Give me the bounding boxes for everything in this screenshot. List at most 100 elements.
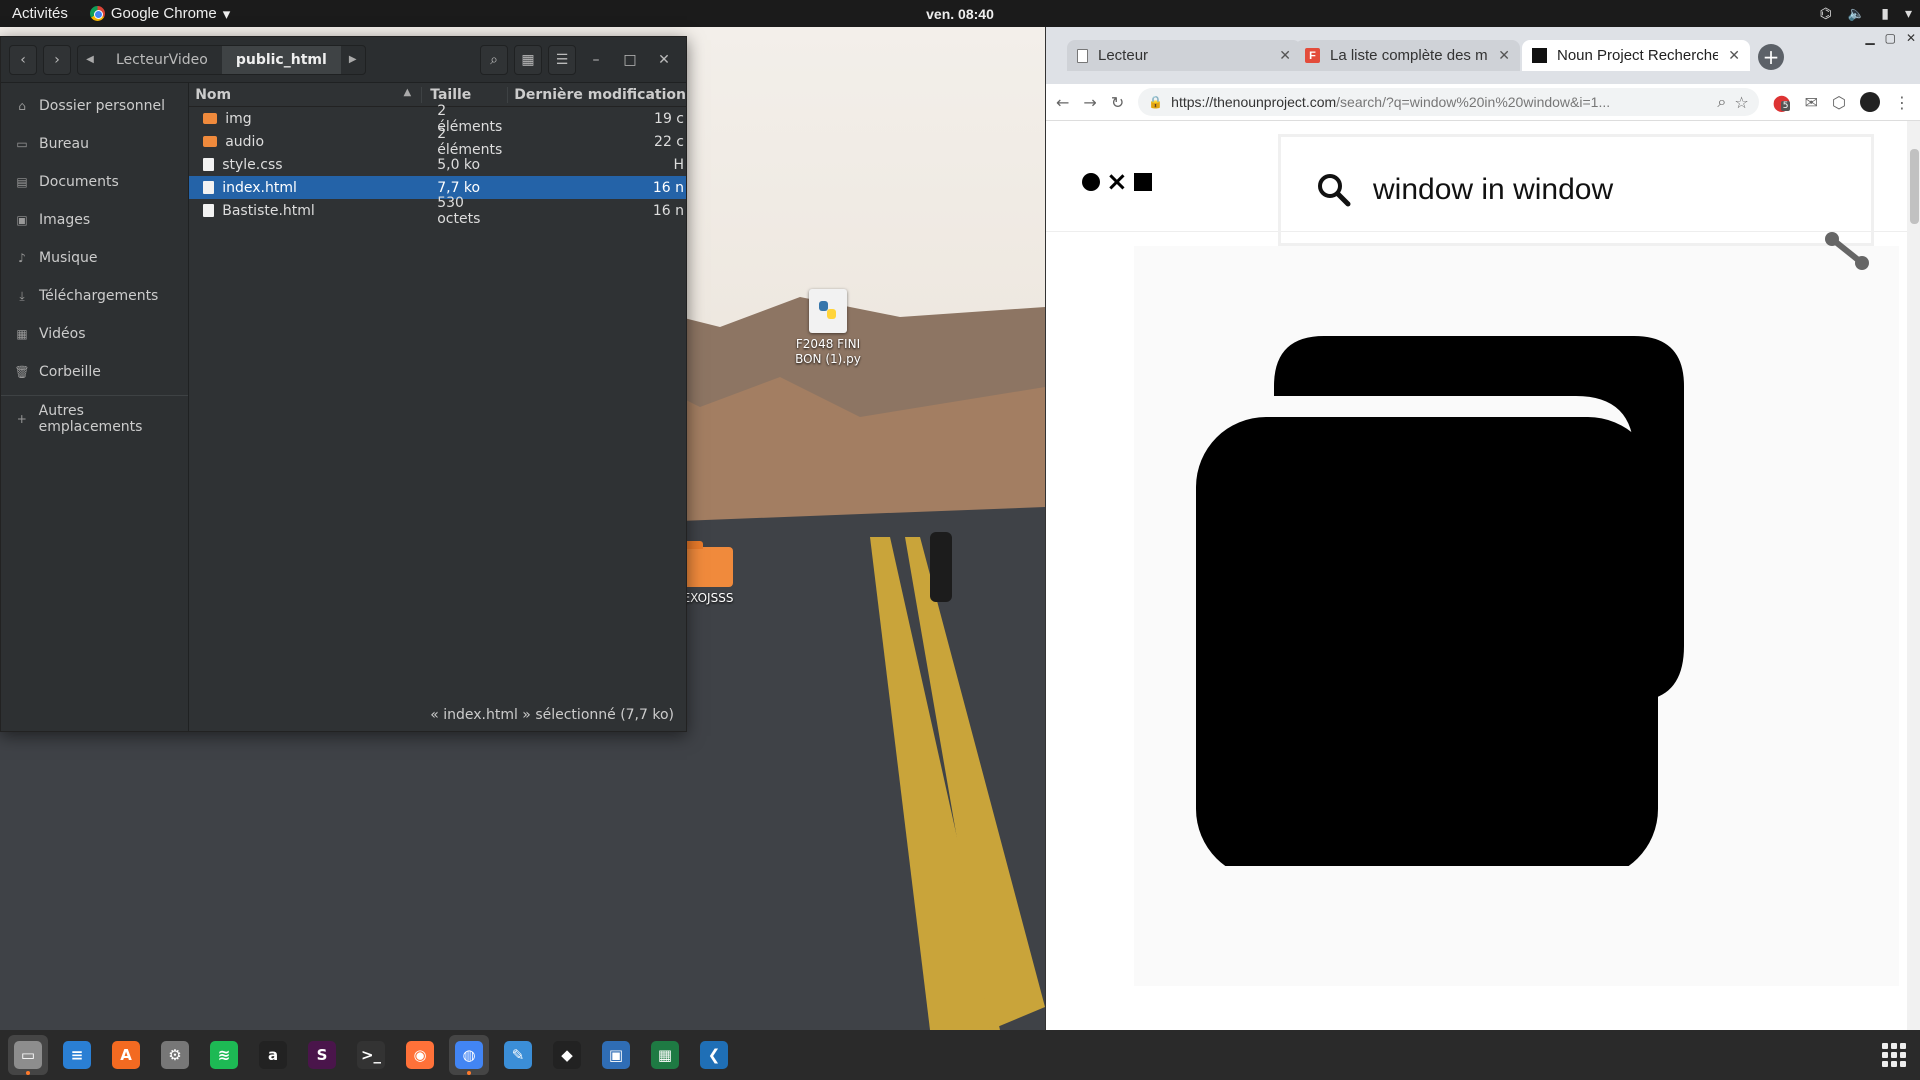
hamburger-icon: ☰ [555, 51, 569, 68]
tab-lecteur[interactable]: Lecteur ✕ [1067, 40, 1301, 71]
url-text[interactable]: https://thenounproject.com/search/?q=win… [1171, 94, 1709, 110]
sidebar-item-label: Images [39, 212, 91, 228]
sidebar-item-trash[interactable]: 🗑 Corbeille [1, 353, 188, 391]
file-row-style-css[interactable]: style.css 5,0 ko H [189, 153, 686, 176]
system-tray[interactable]: ⌬ 🔈 ▮ ▾ [1820, 5, 1912, 22]
site-header: × window in window [1046, 121, 1920, 246]
tab-close-icon[interactable]: ✕ [1728, 47, 1740, 64]
close-button[interactable]: ✕ [650, 45, 678, 75]
dock-item-chrome[interactable]: ◍ [449, 1035, 489, 1075]
sidebar-item-desktop[interactable]: ▭ Bureau [1, 125, 188, 163]
show-applications-icon[interactable] [1882, 1043, 1906, 1067]
column-header-modified[interactable]: Dernière modification [507, 86, 686, 103]
clock[interactable]: ven. 08:40 [926, 6, 994, 22]
network-icon[interactable]: ⌬ [1820, 5, 1832, 22]
running-indicator [467, 1071, 471, 1075]
sidebar-item-home[interactable]: ⌂ Dossier personnel [1, 87, 188, 125]
app-menu[interactable]: Google Chrome ▾ [80, 5, 230, 23]
files-icon: ▭ [14, 1041, 42, 1069]
maximize-icon[interactable]: ▢ [1885, 31, 1896, 45]
menu-caret-icon[interactable]: ▾ [1905, 5, 1912, 22]
tab-close-icon[interactable]: ✕ [1279, 47, 1291, 64]
extension-badge-icon[interactable]: ⬤5 [1773, 93, 1791, 112]
file-row-audio[interactable]: audio 2 éléments 22 c [189, 126, 686, 158]
path-segment[interactable]: LecteurVideo [102, 46, 222, 74]
file-date: H [673, 156, 684, 173]
view-toggle-button[interactable]: ▦ [514, 44, 542, 75]
sidebar-item-label: Corbeille [39, 364, 101, 380]
shield-extension-icon[interactable]: ⬡ [1832, 93, 1846, 112]
dock-item-writer[interactable]: ≡ [57, 1035, 97, 1075]
path-right-arrow-icon[interactable]: ▶ [341, 46, 365, 74]
text-editor-icon: ✎ [504, 1041, 532, 1069]
activities-button[interactable]: Activités [0, 5, 80, 22]
sidebar-item-images[interactable]: ▣ Images [1, 201, 188, 239]
tab-noun-project[interactable]: Noun Project Recherche ✕ [1522, 40, 1750, 71]
maximize-icon: □ [623, 51, 637, 68]
volume-icon[interactable]: 🔈 [1848, 5, 1865, 22]
dock-item-slack[interactable]: S [302, 1035, 342, 1075]
dock-item-vscode[interactable]: ❮ [694, 1035, 734, 1075]
sidebar-item-videos[interactable]: ▦ Vidéos [1, 315, 188, 353]
profile-avatar[interactable] [1860, 92, 1880, 112]
dock: ▭ ≡ A ⚙ ≋ a S >_ ◉ ◍ ✎ ◆ ▣ ▦ ❮ [0, 1030, 1920, 1080]
share-icon[interactable] [1824, 231, 1870, 282]
path-left-arrow-icon[interactable]: ◀ [78, 46, 102, 74]
minimize-button[interactable]: – [582, 45, 610, 75]
desktop-file-python[interactable]: F2048 FINI BON (1).py [783, 289, 873, 367]
logo-circle [1082, 173, 1100, 191]
column-header-name[interactable]: Nom ▲ [189, 87, 421, 103]
star-icon[interactable]: ☆ [1734, 93, 1748, 112]
close-icon[interactable]: ✕ [1906, 31, 1916, 45]
dock-item-files[interactable]: ▭ [8, 1035, 48, 1075]
search-button[interactable]: ⌕ [480, 44, 508, 75]
documents-icon: ▤ [16, 175, 28, 189]
window-in-window-icon [1196, 336, 1684, 866]
sidebar-item-downloads[interactable]: ⤓ Téléchargements [1, 277, 188, 315]
nounproject-logo[interactable]: × [1082, 169, 1152, 195]
page-scrollbar[interactable] [1907, 121, 1920, 1030]
address-bar[interactable]: 🔒 https://thenounproject.com/search/?q=w… [1138, 88, 1759, 116]
dock-item-settings[interactable]: ⚙ [155, 1035, 195, 1075]
forward-icon[interactable]: → [1083, 93, 1096, 112]
new-tab-button[interactable]: + [1758, 44, 1784, 70]
sidebar-item-other-locations[interactable]: + Autres emplacements [1, 400, 188, 438]
sidebar-item-documents[interactable]: ▤ Documents [1, 163, 188, 201]
back-icon: ‹ [20, 51, 26, 68]
sidebar-item-music[interactable]: ♪ Musique [1, 239, 188, 277]
share-icon-graphic [1825, 232, 1869, 270]
dock-item-spreadsheet[interactable]: ▦ [645, 1035, 685, 1075]
tab-liste-complete[interactable]: F La liste complète des me ✕ [1295, 40, 1520, 71]
file-row-bastiste-html[interactable]: Bastiste.html 530 octets 16 n [189, 195, 686, 227]
dock-item-virtualbox[interactable]: ▣ [596, 1035, 636, 1075]
back-icon[interactable]: ← [1056, 93, 1069, 112]
dock-item-inkscape[interactable]: ◆ [547, 1035, 587, 1075]
dock-item-amazon[interactable]: a [253, 1035, 293, 1075]
zoom-icon[interactable]: ⌕ [1717, 92, 1726, 112]
close-icon: ✕ [658, 51, 670, 68]
back-button[interactable]: ‹ [9, 44, 37, 75]
dock-item-terminal[interactable]: >_ [351, 1035, 391, 1075]
dock-item-text-editor[interactable]: ✎ [498, 1035, 538, 1075]
forward-button[interactable]: › [43, 44, 71, 75]
battery-icon[interactable]: ▮ [1881, 5, 1889, 22]
search-input[interactable]: window in window [1278, 134, 1874, 246]
tab-title: Noun Project Recherche [1557, 47, 1719, 64]
minimize-icon[interactable]: ▁ [1865, 31, 1874, 45]
dock-item-software-center[interactable]: A [106, 1035, 146, 1075]
tab-close-icon[interactable]: ✕ [1498, 47, 1510, 64]
file-date: 22 c [654, 133, 684, 150]
column-header-size[interactable]: Taille [421, 86, 507, 103]
scrollbar-thumb[interactable] [1910, 149, 1919, 224]
dock-item-spotify[interactable]: ≋ [204, 1035, 244, 1075]
mail-extension-icon[interactable]: ✉ [1805, 93, 1818, 112]
maximize-button[interactable]: □ [616, 45, 644, 75]
grid-dot [1891, 1043, 1897, 1049]
chrome-icon: ◍ [455, 1041, 483, 1069]
menu-button[interactable]: ☰ [548, 44, 576, 75]
path-segment-current[interactable]: public_html [221, 45, 341, 74]
dock-item-firefox[interactable]: ◉ [400, 1035, 440, 1075]
folder-icon [203, 113, 218, 124]
kebab-menu-icon[interactable]: ⋮ [1894, 93, 1910, 112]
reload-icon[interactable]: ↻ [1111, 93, 1124, 112]
